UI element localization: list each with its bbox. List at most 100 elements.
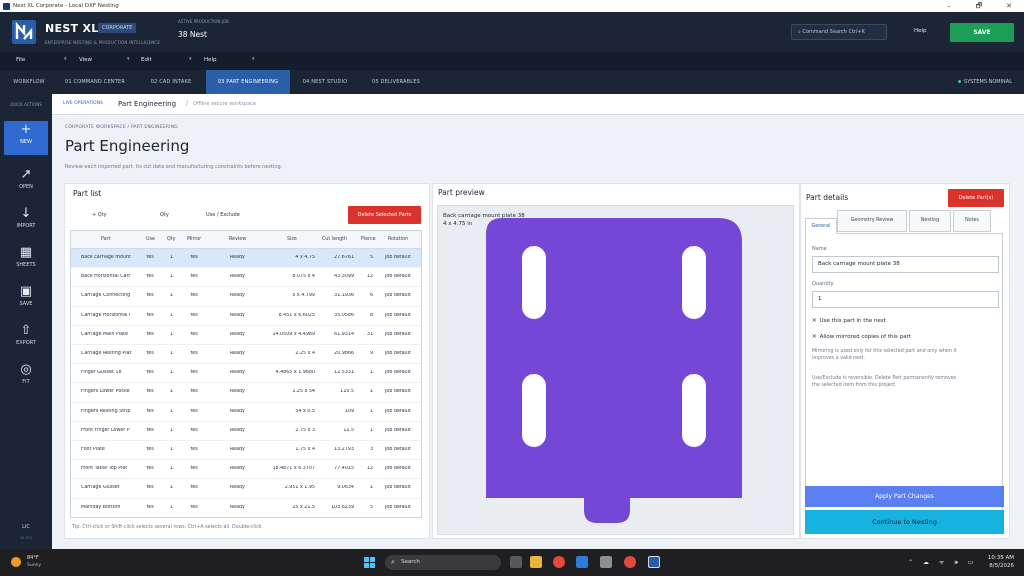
cut-length-cell: 110.5 — [340, 389, 354, 395]
chrome-profile-icon[interactable] — [624, 556, 636, 568]
tab-notes[interactable]: Notes — [953, 210, 991, 232]
save-button[interactable]: SAVE — [950, 23, 1014, 42]
slot-hole — [522, 374, 546, 447]
pierce-cell: 12 — [366, 466, 373, 472]
breadcrumb-live-operations[interactable]: LIVE OPERATIONS — [63, 101, 103, 106]
rotation-cell: Job default — [385, 274, 411, 280]
cut-length-cell: 103.6239 — [331, 504, 354, 510]
table-row[interactable]: Front Table Top Plat Yes 1 Yes Ready 18.4871 … — [71, 460, 421, 480]
use-cell: Yes — [146, 255, 154, 260]
col-pierce[interactable]: Pierce — [361, 237, 376, 242]
rail-import-button[interactable]: ↓ IMPORT — [4, 205, 48, 239]
table-row[interactable]: Finger Gusset 18 Yes 1 Yes Ready 4.4865 x 1.9… — [71, 364, 421, 384]
workspace-crumb: CORPORATE WORKSPACE / PART ENGINEERING — [65, 125, 178, 130]
table-row[interactable]: Carriage Horizontal I Yes 1 Yes Ready 8.451 x… — [71, 307, 421, 326]
rail-save-button[interactable]: ▣ SAVE — [4, 283, 48, 317]
part-name-input[interactable]: Back carriage mount plate 38 — [812, 256, 999, 273]
tab-nesting[interactable]: Nesting — [909, 210, 951, 232]
table-row[interactable]: Front Finger Lower P Yes 1 Yes Ready 2.75 x 3… — [71, 422, 421, 441]
review-cell: Ready — [230, 447, 245, 452]
maximize-button[interactable]: 🗗 — [964, 0, 994, 12]
menu-edit[interactable]: Edit — [141, 57, 152, 63]
tab-cad-intake[interactable]: 02 CAD INTAKE — [138, 70, 204, 94]
cut-length-cell: 77.4015 — [334, 466, 354, 472]
quantity-input[interactable]: 1 — [812, 291, 999, 308]
file-explorer-icon[interactable] — [530, 556, 542, 568]
task-view-icon[interactable] — [510, 556, 522, 568]
table-row[interactable]: Fingers Resting Strip Yes 1 Yes Ready 54 x 0.… — [71, 403, 421, 422]
rail-sheets-button[interactable]: ▦ SHEETS — [4, 244, 48, 278]
col-mirror[interactable]: Mirror — [187, 237, 201, 242]
close-button[interactable]: ✕ — [994, 0, 1024, 12]
preview-part-name: Back carriage mount plate 38 — [443, 213, 525, 219]
tab-part-engineering[interactable]: 03 PART ENGINEERING — [206, 70, 290, 94]
rotation-cell: Job default — [385, 370, 411, 376]
rail-new-button[interactable]: + NEW — [4, 121, 48, 155]
export-arrow-icon: ⇧ — [20, 323, 32, 338]
menu-view[interactable]: View — [79, 57, 92, 63]
taskbar-clock[interactable]: 10:35 AM 8/5/2026 — [988, 554, 1014, 570]
breadcrumb-offline-note: Offline secure workspace — [193, 101, 256, 107]
system-tray-icons[interactable]: ⌃ ☁ ᯤ 🕪 ▭ — [908, 558, 978, 567]
nest-xl-taskbar-icon[interactable] — [648, 556, 660, 568]
minimize-button[interactable]: – — [934, 0, 964, 12]
allow-mirror-checkbox[interactable]: ✕ Allow mirrored copies of this part — [812, 334, 911, 340]
rail-fit-button[interactable]: ◎ FIT — [4, 361, 48, 395]
rail-item-label: OPEN — [19, 184, 33, 190]
rail-open-button[interactable]: ↗ OPEN — [4, 166, 48, 200]
command-search[interactable]: ⌕ Command Search Ctrl+K — [791, 24, 887, 40]
table-row[interactable]: Mainday Bottom Yes 1 Yes Ready 25 x 21.5 103.6… — [71, 499, 421, 517]
col-cut-length[interactable]: Cut length — [322, 237, 347, 242]
tab-nest-studio[interactable]: 04 NEST STUDIO — [292, 70, 358, 94]
col-size[interactable]: Size — [287, 237, 297, 242]
table-row[interactable]: Back Horizontal Carr Yes 1 Yes Ready 8.075 x … — [71, 268, 421, 288]
tab-general[interactable]: General — [805, 218, 837, 234]
table-row[interactable]: Carriage Main Plate Yes 1 Yes Ready 14.0509 x… — [71, 326, 421, 345]
target-icon: ◎ — [20, 362, 32, 377]
delete-parts-button[interactable]: Delete Part(s) — [948, 189, 1004, 207]
chevron-down-icon: ▾ — [252, 56, 255, 62]
col-rotation[interactable]: Rotation — [388, 237, 408, 242]
menu-help[interactable]: Help — [204, 57, 217, 63]
use-exclude-button[interactable]: Use / Exclude — [206, 212, 240, 218]
part-name-cell: Front Finger Lower P — [81, 427, 130, 433]
apply-part-changes-button[interactable]: Apply Part Changes — [805, 486, 1004, 507]
notepad-icon[interactable] — [576, 556, 588, 568]
qty-decrease-button[interactable]: Qty — [160, 212, 169, 218]
tab-command-center[interactable]: 01 COMMAND CENTER — [56, 70, 134, 94]
rotation-cell: Job default — [385, 331, 411, 337]
clock-time: 10:35 AM — [987, 555, 1014, 561]
window-title: Nest XL Corporate - Local DXF Nesting — [13, 3, 119, 9]
cut-length-cell: 43.3099 — [334, 274, 354, 280]
col-part[interactable]: Part — [101, 237, 110, 242]
tab-geometry-review[interactable]: Geometry Review — [837, 210, 907, 232]
table-row[interactable]: Carriage Connecting Yes 1 Yes Ready 5 x 4.799… — [71, 287, 421, 307]
table-row[interactable]: Carriage Gusset Yes 1 Yes Ready 2.951 x 1.95 9… — [71, 479, 421, 499]
weather-temp[interactable]: 84°F — [27, 555, 39, 561]
paint-icon[interactable] — [600, 556, 612, 568]
delete-selected-parts-button[interactable]: Delete Selected Parts — [348, 206, 421, 224]
rail-export-button[interactable]: ⇧ EXPORT — [4, 322, 48, 356]
qty-cell: 1 — [170, 504, 174, 510]
use-in-nest-checkbox[interactable]: ✕ Use this part in the nest — [812, 318, 886, 324]
chrome-icon[interactable] — [553, 556, 565, 568]
table-row[interactable]: Carriage Resting Plat Yes 1 Yes Ready 2.25 x … — [71, 345, 421, 365]
table-row[interactable]: Fingers Lower Pocke Yes 1 Yes Ready 1.25 x 54… — [71, 383, 421, 403]
continue-to-nesting-button[interactable]: Continue to Nesting — [805, 510, 1004, 534]
help-link[interactable]: Help — [914, 28, 927, 34]
table-row[interactable]: Foot Plate Yes 1 Yes Ready 1.75 x 4 13.2793 3 Jo… — [71, 441, 421, 461]
windows-start-icon[interactable] — [364, 557, 375, 568]
table-row[interactable]: Back carriage mount Yes 1 Yes Ready 4 x 4.75 2… — [71, 249, 421, 269]
size-cell: 8.075 x 4 — [292, 274, 315, 280]
col-use[interactable]: Use — [146, 237, 155, 242]
qty-cell: 1 — [170, 351, 174, 356]
col-qty[interactable]: Qty — [167, 237, 176, 242]
menu-file[interactable]: File — [16, 57, 25, 63]
col-review[interactable]: Review — [229, 237, 246, 242]
taskbar-search[interactable]: Search — [385, 555, 501, 570]
preview-canvas[interactable]: Back carriage mount plate 38 4 x 4.75 in — [437, 205, 794, 535]
tab-deliverables[interactable]: 05 DELIVERABLES — [360, 70, 432, 94]
qty-increase-button[interactable]: + Qty — [92, 212, 107, 218]
rotation-cell: Job default — [385, 427, 411, 433]
nest-logo-icon — [12, 20, 36, 44]
